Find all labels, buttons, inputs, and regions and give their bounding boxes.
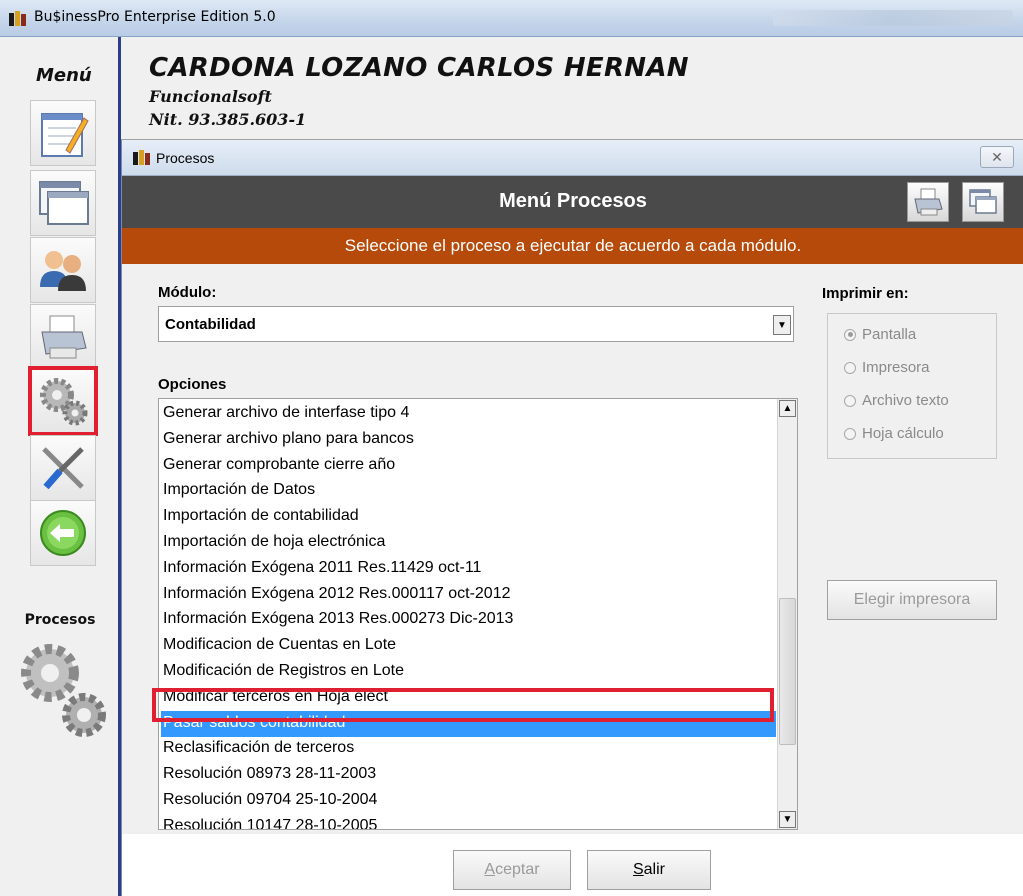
selected-item-highlight [152, 688, 774, 722]
print-button[interactable] [907, 182, 949, 222]
radio-label: Impresora [862, 359, 930, 376]
sidebar: Menú Procesos [0, 37, 120, 896]
list-item[interactable]: Información Exógena 2011 Res.11429 oct-1… [161, 556, 776, 582]
list-item[interactable]: Resolución 09704 25-10-2004 [161, 788, 776, 814]
app-logo-icon [9, 11, 26, 26]
chevron-down-icon[interactable]: ▼ [773, 315, 791, 335]
radio-label: Archivo texto [862, 392, 949, 409]
sidebar-item-window[interactable] [30, 170, 96, 236]
window-button[interactable] [962, 182, 1004, 222]
procesos-window: Procesos ✕ Menú Procesos Seleccione el p… [121, 140, 1023, 896]
blurred-info [773, 10, 1013, 26]
list-item[interactable]: Importación de hoja electrónica [161, 530, 776, 556]
list-item[interactable]: Reclasificación de terceros [161, 736, 776, 762]
app-window: Bu$inessPro Enterprise Edition 5.0 Menú [0, 0, 1023, 896]
modulo-select[interactable]: Contabilidad ▼ [158, 306, 794, 342]
radio-1[interactable]: Impresora [844, 359, 930, 376]
list-item[interactable]: Resolución 10147 28-10-2005 [161, 814, 776, 829]
app-titlebar: Bu$inessPro Enterprise Edition 5.0 [0, 0, 1023, 37]
accept-label-rest: ceptar [495, 861, 540, 878]
company-nit: Nit. 93.385.603-1 [149, 110, 307, 129]
window-logo-icon [133, 150, 150, 165]
list-item[interactable]: Información Exógena 2012 Res.000117 oct-… [161, 582, 776, 608]
sidebar-item-notepad[interactable] [30, 100, 96, 166]
exit-mnemonic: S [632, 861, 644, 878]
company-name: CARDONA LOZANO CARLOS HERNAN [149, 53, 689, 83]
radio-label: Pantalla [862, 326, 917, 343]
list-item[interactable]: Generar archivo plano para bancos [161, 427, 776, 453]
radio-0[interactable]: Pantalla [844, 326, 916, 343]
radio-label: Hoja cálculo [862, 425, 944, 442]
radio-button-icon[interactable] [844, 361, 856, 374]
radio-button-icon[interactable] [844, 394, 856, 407]
sidebar-item-printer[interactable] [30, 304, 96, 370]
window-icon [969, 189, 997, 214]
close-button[interactable]: ✕ [980, 146, 1014, 168]
scroll-down-icon[interactable]: ▼ [779, 811, 796, 828]
instruction-bar: Seleccione el proceso a ejecutar de acue… [122, 228, 1023, 264]
menu-header: Menú Procesos [122, 176, 1023, 228]
print-label: Imprimir en: [822, 285, 909, 302]
company-header: CARDONA LOZANO CARLOS HERNAN Funcionalso… [121, 37, 1023, 140]
scroll-up-icon[interactable]: ▲ [779, 400, 796, 417]
options-listbox[interactable]: Generar archivo de interfase tipo 4 Gener… [158, 398, 798, 830]
radio-3[interactable]: Hoja cálculo [844, 425, 944, 442]
sidebar-item-back[interactable] [30, 500, 96, 566]
sidebar-item-tools[interactable] [30, 435, 96, 501]
list-item[interactable]: Información Exógena 2013 Res.000273 Dic-… [161, 607, 776, 633]
sidebar-item-processes[interactable] [28, 366, 98, 436]
list-item[interactable]: Importación de Datos [161, 478, 776, 504]
procesos-titlebar: Procesos ✕ [122, 140, 1023, 176]
tools-icon [42, 447, 84, 490]
scroll-thumb[interactable] [779, 598, 796, 745]
list-item[interactable]: Importación de contabilidad [161, 504, 776, 530]
accept-button[interactable]: Aceptar [453, 850, 571, 890]
exit-label-rest: alir [643, 861, 665, 878]
gears-icon [40, 378, 88, 426]
exit-button[interactable]: Salir [587, 850, 711, 890]
accept-mnemonic: A [484, 861, 496, 878]
radio-button-icon[interactable] [844, 427, 856, 440]
window-icon [39, 181, 89, 225]
printer-icon [914, 188, 943, 216]
instruction-text: Seleccione el proceso a ejecutar de acue… [344, 236, 802, 255]
notepad-icon [41, 113, 89, 157]
modulo-label: Módulo: [158, 284, 217, 301]
back-arrow-icon [40, 510, 86, 556]
window-title: Procesos [156, 150, 215, 166]
close-icon: ✕ [991, 149, 1003, 165]
processes-gears-icon [21, 644, 106, 737]
sidebar-item-users[interactable] [30, 237, 96, 303]
list-item[interactable]: Modificación de Registros en Lote [161, 659, 776, 685]
app-title: Bu$inessPro Enterprise Edition 5.0 [34, 9, 276, 25]
menu-title: Menú Procesos [499, 190, 647, 212]
list-item[interactable]: Generar comprobante cierre año [161, 453, 776, 479]
list-item[interactable]: Generar archivo de interfase tipo 4 [161, 401, 776, 427]
list-item[interactable]: Resolución 08973 28-11-2003 [161, 762, 776, 788]
modulo-value: Contabilidad [165, 316, 256, 333]
printer-icon [41, 315, 87, 359]
choose-printer-button[interactable]: Elegir impresora [827, 580, 997, 620]
opciones-label: Opciones [158, 376, 227, 393]
company-subtitle: Funcionalsoft [149, 87, 272, 106]
listbox-scrollbar[interactable]: ▲ ▼ [777, 399, 797, 829]
users-icon [40, 251, 86, 291]
list-item[interactable]: Modificacion de Cuentas en Lote [161, 633, 776, 659]
sidebar-menu-label: Menú [36, 65, 92, 86]
print-options-group: Pantalla Impresora Archivo texto Hoja cálcu… [827, 313, 997, 459]
radio-button-icon[interactable] [844, 328, 856, 341]
radio-dot-icon [847, 332, 853, 337]
radio-2[interactable]: Archivo texto [844, 392, 949, 409]
sidebar-section-label: Procesos [24, 612, 96, 628]
